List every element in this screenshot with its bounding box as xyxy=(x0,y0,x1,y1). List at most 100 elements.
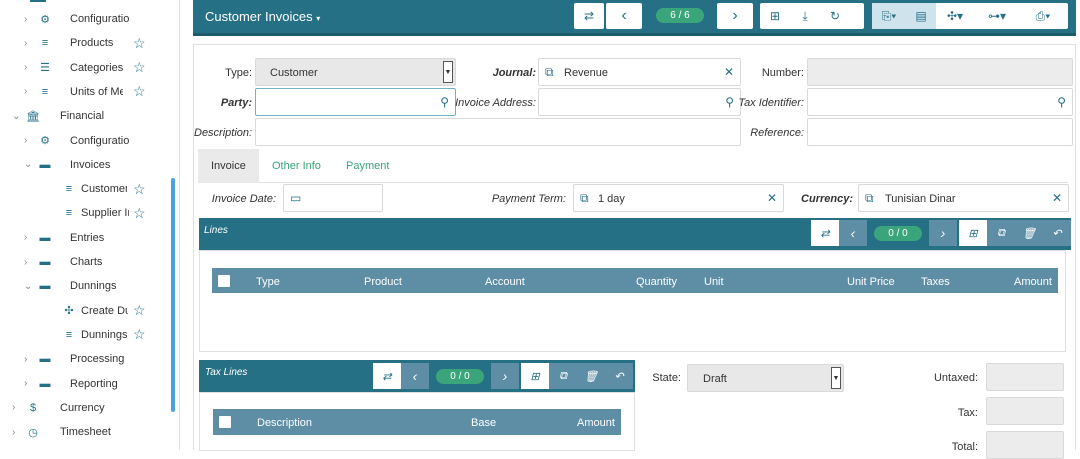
expand-chevron-icon[interactable]: › xyxy=(24,86,34,97)
tab-invoice[interactable]: Invoice xyxy=(198,149,259,183)
chevron-right-icon[interactable]: › xyxy=(929,220,957,246)
expand-chevron-icon[interactable]: › xyxy=(24,257,34,268)
action-icon[interactable]: ✣▾ xyxy=(936,9,974,23)
sidebar-item[interactable]: › ▬ Processing xyxy=(24,347,168,371)
clear-icon[interactable]: ✕ xyxy=(1052,191,1062,205)
sidebar-item[interactable]: ✣ Create Dunnings ☆ xyxy=(48,299,168,323)
expand-chevron-icon[interactable]: › xyxy=(24,38,34,49)
tab-payment[interactable]: Payment xyxy=(333,149,402,183)
sidebar-item[interactable]: › ◷ Timesheet xyxy=(12,420,168,444)
undo-icon[interactable]: ↶ xyxy=(1043,220,1071,246)
chevron-right-icon[interactable]: › xyxy=(491,363,519,389)
sidebar-item[interactable]: › ▬ Entries xyxy=(24,226,168,250)
sidebar-item[interactable]: ≡ Dunnings ☆ xyxy=(48,323,168,347)
sidebar-item[interactable]: › ⚙ Configuration xyxy=(24,129,168,153)
sidebar-item[interactable]: › $ Currency xyxy=(12,396,168,420)
sidebar-item[interactable]: ⌄ ▬ Dunnings xyxy=(24,274,168,298)
tax-identifier-field[interactable]: ⚲ xyxy=(807,88,1073,116)
column-type[interactable]: Type xyxy=(256,276,280,288)
expand-chevron-icon[interactable]: › xyxy=(24,135,34,146)
currency-field[interactable]: ⧉ Tunisian Dinar ✕ xyxy=(858,184,1069,212)
clear-icon[interactable]: ✕ xyxy=(724,65,734,79)
sidebar-item[interactable]: › ▬ Charts xyxy=(24,250,168,274)
favorite-star-icon[interactable]: ☆ xyxy=(133,35,146,52)
reference-field[interactable] xyxy=(807,118,1073,146)
favorite-star-icon[interactable]: ☆ xyxy=(133,59,146,76)
sidebar-item[interactable]: ≡ Customer Invoices ☆ xyxy=(48,177,168,201)
next-record-button[interactable]: › xyxy=(717,3,753,29)
reload-icon[interactable]: ↻ xyxy=(820,9,850,23)
journal-field[interactable]: ⧉ Revenue ✕ xyxy=(538,58,741,86)
chevron-left-icon[interactable]: ‹ xyxy=(839,220,867,246)
add-line-icon[interactable]: ⊞ xyxy=(521,363,549,389)
page-title[interactable]: Customer Invoices ▾ xyxy=(205,9,320,24)
type-select[interactable]: Customer ▼ xyxy=(255,58,456,86)
expand-chevron-icon[interactable]: › xyxy=(12,427,22,438)
sidebar-item[interactable]: ⌄ 🏛 Financial xyxy=(12,104,168,128)
expand-chevron-icon[interactable]: › xyxy=(24,354,34,365)
open-record-icon[interactable]: ⧉ xyxy=(580,191,589,206)
favorite-star-icon[interactable]: ☆ xyxy=(133,205,146,222)
invoice-address-field[interactable]: ⚲ xyxy=(538,88,741,116)
delete-line-icon[interactable]: 🗑 xyxy=(1015,220,1043,246)
sidebar-scrollbar[interactable] xyxy=(171,178,175,412)
state-select[interactable]: Draft ▼ xyxy=(687,364,844,392)
invoice-date-field[interactable]: ▭ xyxy=(283,184,383,212)
previous-record-button[interactable]: ‹ xyxy=(606,3,642,29)
column-description[interactable]: Description xyxy=(257,417,312,429)
description-field[interactable] xyxy=(255,118,741,146)
sidebar-item[interactable]: › ☰ Categories ☆ xyxy=(24,56,168,80)
column-base[interactable]: Base xyxy=(471,417,496,429)
open-record-icon[interactable]: ⧉ xyxy=(545,65,554,80)
expand-chevron-icon[interactable]: › xyxy=(24,62,34,73)
sidebar-item[interactable]: › ⚙ Configuration xyxy=(24,7,168,31)
expand-chevron-icon[interactable]: ⌄ xyxy=(24,159,34,170)
sidebar-item[interactable]: › ≡ Units of Measure ☆ xyxy=(24,80,168,104)
column-quantity[interactable]: Quantity xyxy=(636,276,677,288)
switch-view-button[interactable]: ⇄ xyxy=(574,3,604,29)
favorite-star-icon[interactable]: ☆ xyxy=(133,83,146,100)
column-product[interactable]: Product xyxy=(364,276,402,288)
sidebar-item[interactable]: › ▬ Reporting xyxy=(24,372,168,396)
expand-chevron-icon[interactable]: › xyxy=(24,14,34,25)
expand-chevron-icon[interactable]: ⌄ xyxy=(24,281,34,292)
comment-icon[interactable]: ▤ xyxy=(906,3,936,29)
relate-icon[interactable]: ⊶▾ xyxy=(974,9,1020,23)
print-icon[interactable]: ⎙▾ xyxy=(1020,9,1066,24)
save-icon[interactable]: ⤓ xyxy=(790,9,820,24)
favorite-star-icon[interactable]: ☆ xyxy=(133,181,146,198)
delete-line-icon[interactable]: 🗑 xyxy=(577,363,605,389)
column-amount[interactable]: Amount xyxy=(1014,276,1052,288)
column-unit[interactable]: Unit xyxy=(704,276,724,288)
clear-icon[interactable]: ✕ xyxy=(767,191,777,205)
tab-other-info[interactable]: Other Info xyxy=(259,149,334,183)
sidebar-item[interactable]: › ≡ Products ☆ xyxy=(24,31,168,55)
payment-term-field[interactable]: ⧉ 1 day ✕ xyxy=(573,184,784,212)
add-line-icon[interactable]: ⊞ xyxy=(959,220,987,246)
switch-icon[interactable]: ⇄ xyxy=(811,220,839,246)
switch-icon[interactable]: ⇄ xyxy=(373,363,401,389)
sidebar-item[interactable]: ⌄ ▬ Invoices xyxy=(24,153,168,177)
column-taxes[interactable]: Taxes xyxy=(921,276,950,288)
favorite-star-icon[interactable]: ☆ xyxy=(133,302,146,319)
new-record-icon[interactable]: ⊞ xyxy=(760,9,790,23)
chevron-left-icon[interactable]: ‹ xyxy=(401,363,429,389)
favorite-star-icon[interactable]: ☆ xyxy=(133,326,146,343)
expand-chevron-icon[interactable]: › xyxy=(24,232,34,243)
expand-chevron-icon[interactable]: ⌄ xyxy=(12,111,22,122)
column-unit-price[interactable]: Unit Price xyxy=(847,276,895,288)
open-line-icon[interactable]: ⧉ xyxy=(549,363,577,389)
expand-chevron-icon[interactable]: › xyxy=(24,378,34,389)
open-line-icon[interactable]: ⧉ xyxy=(987,220,1015,246)
open-record-icon[interactable]: ⧉ xyxy=(865,191,874,206)
expand-chevron-icon[interactable]: › xyxy=(12,402,22,413)
column-amount[interactable]: Amount xyxy=(577,417,615,429)
select-all-checkbox[interactable] xyxy=(218,275,230,287)
column-account[interactable]: Account xyxy=(485,276,525,288)
search-icon[interactable]: ⚲ xyxy=(1057,95,1066,109)
attachment-icon[interactable]: ⎘▾ xyxy=(872,3,906,29)
sidebar-item[interactable]: ≡ Supplier Invoices ☆ xyxy=(48,201,168,225)
select-all-checkbox[interactable] xyxy=(219,416,231,428)
calendar-icon[interactable]: ▭ xyxy=(290,191,301,205)
party-field[interactable]: ⚲ xyxy=(255,88,456,116)
